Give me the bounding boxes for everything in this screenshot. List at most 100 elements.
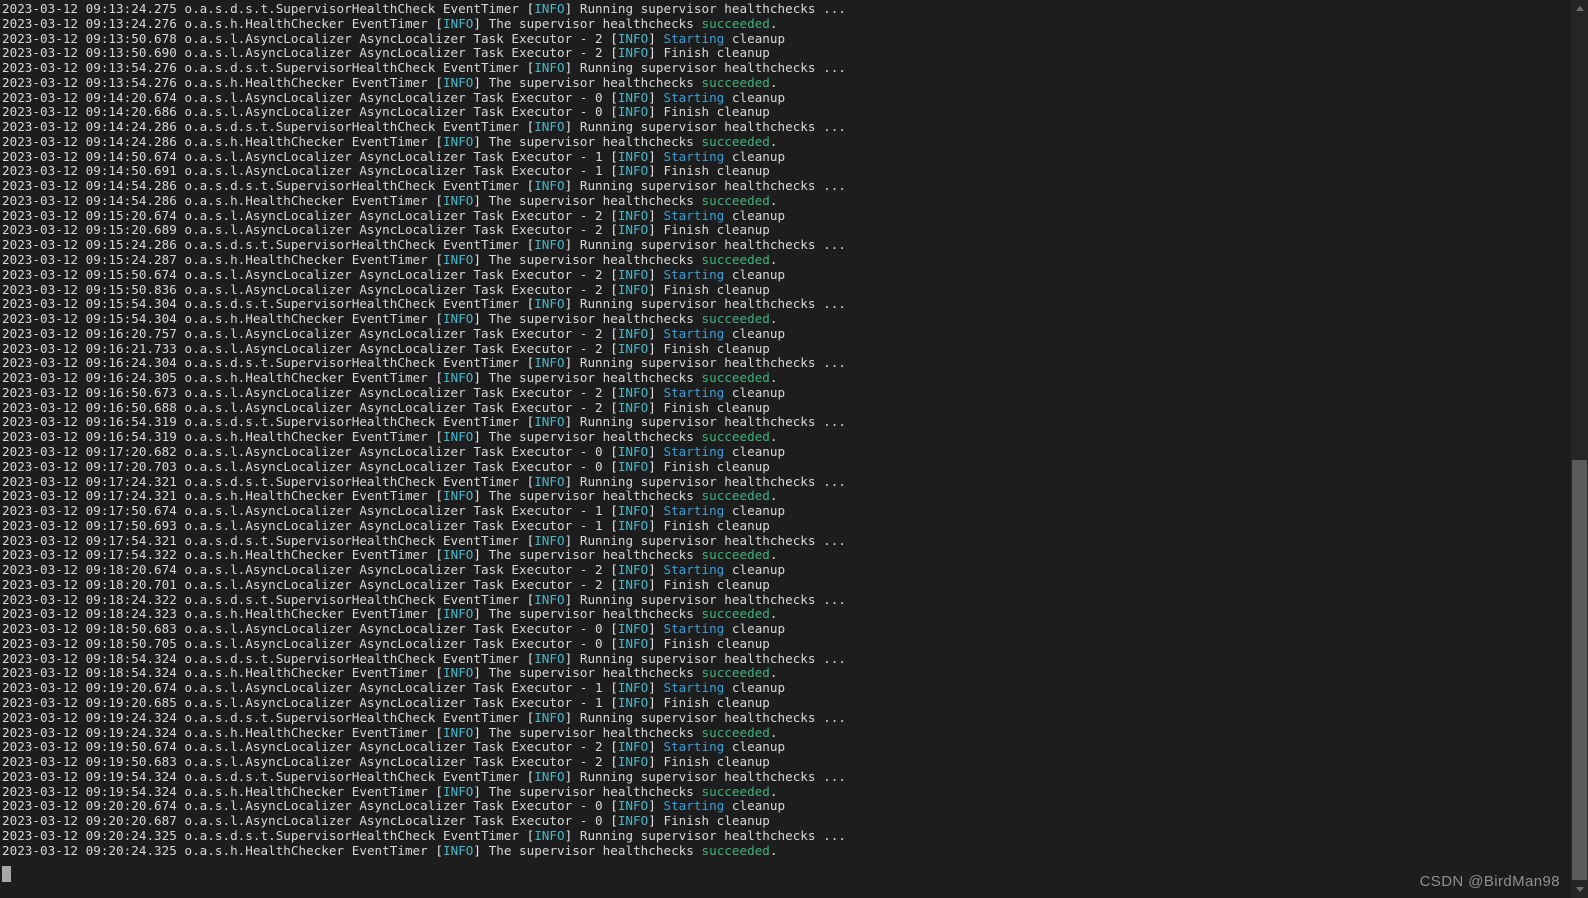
log-message-tail: cleanup <box>724 739 786 755</box>
log-message: Running supervisor healthchecks ... <box>579 1 846 16</box>
log-message-tail: cleanup <box>724 384 786 400</box>
log-message: Running supervisor healthchecks ... <box>579 532 846 548</box>
log-logger: o.a.s.h.HealthChecker <box>184 252 345 268</box>
log-level-bracket-close: ] <box>648 443 656 459</box>
log-timestamp: 2023-03-12 09:15:20.674 <box>2 207 177 223</box>
log-level-bracket-close: ] <box>648 340 656 356</box>
log-line: 2023-03-12 09:14:54.286 o.a.s.h.HealthCh… <box>2 193 1556 209</box>
log-timestamp: 2023-03-12 09:14:54.286 <box>2 178 177 194</box>
log-level-bracket-close: ] <box>473 783 482 799</box>
log-success-token: succeeded <box>701 547 770 563</box>
scroll-up-arrow-icon[interactable] <box>1571 0 1588 17</box>
log-logger: o.a.s.d.s.t.SupervisorHealthCheck <box>184 178 436 194</box>
log-level-bracket-open: [ <box>610 207 618 223</box>
log-success-token: succeeded <box>701 665 770 681</box>
log-line: 2023-03-12 09:14:24.286 o.a.s.h.HealthCh… <box>2 134 1556 150</box>
log-level: INFO <box>617 399 649 415</box>
log-level-bracket-open: [ <box>610 576 618 592</box>
log-level: INFO <box>617 281 649 297</box>
log-level: INFO <box>617 694 649 710</box>
log-level-bracket-close: ] <box>648 266 656 282</box>
log-level-bracket-close: ] <box>564 237 573 253</box>
log-logger: o.a.s.l.AsyncLocalizer <box>184 266 352 282</box>
log-line: 2023-03-12 09:18:24.323 o.a.s.h.HealthCh… <box>2 607 1556 622</box>
log-thread: AsyncLocalizer Task Executor - 2 <box>359 384 603 400</box>
log-level-bracket-open: [ <box>610 458 618 474</box>
log-message: Running supervisor healthchecks ... <box>579 768 846 784</box>
log-message: Finish cleanup <box>663 281 770 297</box>
log-thread: EventTimer <box>351 606 428 622</box>
scroll-down-arrow-icon[interactable] <box>1571 881 1588 898</box>
log-level-bracket-close: ] <box>473 488 482 504</box>
log-timestamp: 2023-03-12 09:17:20.703 <box>2 458 177 474</box>
log-thread: AsyncLocalizer Task Executor - 1 <box>359 503 603 519</box>
log-level: INFO <box>442 724 474 740</box>
log-logger: o.a.s.d.s.t.SupervisorHealthCheck <box>184 709 436 725</box>
log-message: The supervisor healthchecks <box>488 606 702 622</box>
log-timestamp: 2023-03-12 09:20:24.325 <box>2 842 177 858</box>
log-message: The supervisor healthchecks <box>488 783 702 799</box>
log-timestamp: 2023-03-12 09:14:20.686 <box>2 104 177 120</box>
log-thread: AsyncLocalizer Task Executor - 2 <box>359 222 603 238</box>
log-timestamp: 2023-03-12 09:16:50.673 <box>2 384 177 400</box>
log-logger: o.a.s.h.HealthChecker <box>184 547 345 563</box>
log-timestamp: 2023-03-12 09:17:24.321 <box>2 488 177 504</box>
log-thread: EventTimer <box>442 650 519 666</box>
log-thread: EventTimer <box>351 724 428 740</box>
log-start-token: Starting <box>663 148 725 164</box>
log-message: The supervisor healthchecks <box>488 724 702 740</box>
log-logger: o.a.s.d.s.t.SupervisorHealthCheck <box>184 473 436 489</box>
log-logger: o.a.s.d.s.t.SupervisorHealthCheck <box>184 296 436 312</box>
log-logger: o.a.s.d.s.t.SupervisorHealthCheck <box>184 414 436 430</box>
log-level-bracket-open: [ <box>610 163 618 179</box>
vertical-scrollbar[interactable] <box>1571 0 1588 898</box>
log-level: INFO <box>534 178 565 194</box>
console-log-output[interactable]: 2023-03-12 09:13:24.275 o.a.s.d.s.t.Supe… <box>0 0 1556 898</box>
log-level: INFO <box>534 591 565 607</box>
log-thread: AsyncLocalizer Task Executor - 1 <box>359 680 603 696</box>
log-line: 2023-03-12 09:15:50.836 o.a.s.l.AsyncLoc… <box>2 281 1556 298</box>
log-line: 2023-03-12 09:19:24.324 o.a.s.h.HealthCh… <box>2 724 1556 741</box>
log-level: INFO <box>442 547 474 563</box>
log-level: INFO <box>617 340 649 356</box>
log-logger: o.a.s.l.AsyncLocalizer <box>184 30 352 46</box>
log-logger: o.a.s.d.s.t.SupervisorHealthCheck <box>184 768 436 784</box>
log-level: INFO <box>442 370 474 386</box>
log-message: Running supervisor healthchecks ... <box>579 296 846 312</box>
log-message-tail: . <box>769 15 778 31</box>
log-level-bracket-open: [ <box>610 754 618 770</box>
log-logger: o.a.s.d.s.t.SupervisorHealthCheck <box>184 532 436 548</box>
log-line: 2023-03-12 09:17:24.321 o.a.s.h.HealthCh… <box>2 488 1556 504</box>
log-message: Running supervisor healthchecks ... <box>579 119 846 135</box>
log-level-bracket-close: ] <box>648 458 656 474</box>
log-message: The supervisor healthchecks <box>488 252 702 268</box>
log-level-bracket-close: ] <box>473 429 482 445</box>
log-level-bracket-open: [ <box>435 606 443 622</box>
log-logger: o.a.s.h.HealthChecker <box>184 311 345 327</box>
log-start-token: Starting <box>663 30 725 46</box>
log-thread: AsyncLocalizer Task Executor - 2 <box>359 325 603 341</box>
log-level: INFO <box>617 266 649 282</box>
log-level-bracket-open: [ <box>435 252 443 268</box>
log-logger: o.a.s.h.HealthChecker <box>184 15 345 31</box>
log-level-bracket-close: ] <box>473 842 482 858</box>
log-level-bracket-close: ] <box>473 665 482 681</box>
log-line: 2023-03-12 09:19:50.674 o.a.s.l.AsyncLoc… <box>2 739 1556 755</box>
scrollbar-thumb[interactable] <box>1572 460 1587 880</box>
log-start-token: Starting <box>663 739 725 755</box>
log-level: INFO <box>617 89 649 105</box>
log-level-bracket-open: [ <box>610 384 618 400</box>
log-start-token: Starting <box>663 621 725 637</box>
log-thread: EventTimer <box>442 414 519 430</box>
log-message-tail: cleanup <box>724 503 786 519</box>
log-line: 2023-03-12 09:16:54.319 o.a.s.h.HealthCh… <box>2 429 1556 445</box>
log-timestamp: 2023-03-12 09:19:24.324 <box>2 709 177 725</box>
log-level: INFO <box>534 296 565 312</box>
log-level: INFO <box>442 311 474 327</box>
log-timestamp: 2023-03-12 09:14:24.286 <box>2 119 177 135</box>
log-start-token: Starting <box>663 798 725 814</box>
log-timestamp: 2023-03-12 09:15:54.304 <box>2 296 177 312</box>
log-thread: AsyncLocalizer Task Executor - 0 <box>359 89 603 105</box>
log-thread: EventTimer <box>442 1 519 16</box>
log-line: 2023-03-12 09:19:50.683 o.a.s.l.AsyncLoc… <box>2 754 1556 770</box>
